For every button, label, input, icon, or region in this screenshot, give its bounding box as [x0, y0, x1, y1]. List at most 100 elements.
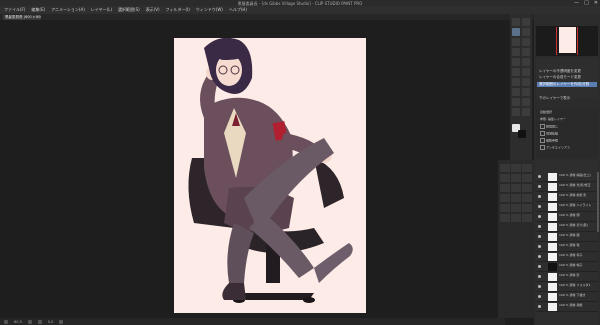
menu-window[interactable]: ウィンドウ(W): [196, 7, 223, 13]
menu-help[interactable]: ヘルプ(H): [229, 7, 247, 13]
eye-icon[interactable]: [538, 175, 541, 178]
color-cell[interactable]: [522, 164, 532, 172]
rotate-icon[interactable]: [37, 319, 42, 324]
zoom-in-icon[interactable]: [27, 319, 32, 324]
layer-row[interactable]: 100 % 通常 下描き: [536, 292, 598, 302]
sub-tool-item-selected[interactable]: 選択範囲のレイヤーを作成/分割: [537, 82, 597, 87]
balloon-tool-icon[interactable]: [512, 108, 520, 116]
color-cell[interactable]: [522, 204, 532, 212]
eye-icon[interactable]: [538, 255, 541, 258]
color-cell[interactable]: [511, 164, 521, 172]
sub-tool-item[interactable]: レイヤーの不透明度を変更: [537, 69, 597, 74]
lasso-tool-icon[interactable]: [522, 28, 530, 36]
tool-property-row[interactable]: アンチエイリアス: [540, 145, 570, 150]
layer-scrollbar[interactable]: [597, 172, 599, 232]
move-tool-icon[interactable]: [522, 18, 530, 26]
rotation-angle[interactable]: 0.0: [48, 320, 54, 324]
menu-layer[interactable]: レイヤー(L): [91, 7, 112, 13]
layer-row[interactable]: 100 % 通常 影: [536, 272, 598, 282]
color-cell[interactable]: [500, 194, 510, 202]
layer-row[interactable]: 100 % 通常 線画(仕上): [536, 172, 598, 182]
sub-color-swatch[interactable]: [518, 130, 526, 138]
color-cell[interactable]: [500, 214, 510, 222]
pencil-tool-icon[interactable]: [512, 48, 520, 56]
gradient-tool-icon[interactable]: [522, 78, 530, 86]
brush-tool-icon[interactable]: [522, 48, 530, 56]
blend-tool-icon[interactable]: [522, 68, 530, 76]
menu-filter[interactable]: フィルター(I): [166, 7, 190, 13]
fill-tool-icon[interactable]: [512, 78, 520, 86]
eye-icon[interactable]: [538, 195, 541, 198]
tool-property-row[interactable]: 隙間閉じ: [540, 124, 558, 129]
eye-icon[interactable]: [538, 285, 541, 288]
tool-property-row[interactable]: 領域拡縮: [540, 131, 558, 136]
checkbox[interactable]: [540, 131, 545, 136]
eye-icon[interactable]: [538, 215, 541, 218]
text-tool-icon[interactable]: [522, 98, 530, 106]
frame-tool-icon[interactable]: [522, 88, 530, 96]
checkbox[interactable]: [540, 124, 545, 129]
eraser-tool-icon[interactable]: [512, 68, 520, 76]
eye-icon[interactable]: [538, 225, 541, 228]
eye-icon[interactable]: [538, 295, 541, 298]
color-cell[interactable]: [511, 174, 521, 182]
decoration-tool-icon[interactable]: [522, 58, 530, 66]
eye-icon[interactable]: [538, 235, 541, 238]
sub-tool-item[interactable]: 下のレイヤーで表示: [537, 96, 597, 101]
canvas-paper[interactable]: [174, 38, 366, 313]
checkbox[interactable]: [540, 138, 545, 143]
color-cell[interactable]: [511, 214, 521, 222]
eye-icon[interactable]: [538, 275, 541, 278]
layer-row[interactable]: 100 % 通常 帽子: [536, 262, 598, 272]
layer-row[interactable]: 100 % 通常 用紙: [536, 302, 598, 312]
flip-icon[interactable]: [59, 319, 64, 324]
layer-row[interactable]: 100 % 通常 塗り(肌): [536, 222, 598, 232]
menu-view[interactable]: 表示(V): [146, 7, 160, 13]
select-tool-icon[interactable]: [512, 28, 520, 36]
menu-animation[interactable]: アニメーション(A): [51, 7, 85, 13]
menu-selection[interactable]: 選択範囲(S): [118, 7, 140, 13]
ruler-tool-icon[interactable]: [512, 98, 520, 106]
checkbox[interactable]: [540, 145, 545, 150]
tool-property-row[interactable]: 複数参照: [540, 138, 558, 143]
color-cell[interactable]: [511, 184, 521, 192]
airbrush-tool-icon[interactable]: [512, 58, 520, 66]
color-cell[interactable]: [522, 194, 532, 202]
layer-thumbnail: [548, 233, 557, 241]
layer-row[interactable]: 100 % 通常 顔: [536, 212, 598, 222]
menu-edit[interactable]: 編集(E): [31, 7, 45, 13]
color-set-palette: [498, 160, 534, 318]
layer-row[interactable]: 100 % 通常 服: [536, 232, 598, 242]
menu-file[interactable]: ファイル(F): [4, 7, 25, 13]
layer-row[interactable]: 100 % 通常 靴: [536, 242, 598, 252]
eye-icon[interactable]: [538, 185, 541, 188]
color-cell[interactable]: [500, 204, 510, 212]
eye-icon[interactable]: [538, 205, 541, 208]
layer-row[interactable]: 100 % 通常 椅子: [536, 252, 598, 262]
correct-line-tool-icon[interactable]: [522, 108, 530, 116]
color-cell[interactable]: [522, 184, 532, 192]
navigator-frame-right: [577, 27, 578, 55]
pen-tool-icon[interactable]: [522, 38, 530, 46]
color-cell[interactable]: [500, 164, 510, 172]
eyedropper-tool-icon[interactable]: [512, 38, 520, 46]
layer-row[interactable]: 100 % 通常 光/影/修正: [536, 182, 598, 192]
color-cell[interactable]: [511, 204, 521, 212]
sub-tool-item[interactable]: レイヤーの合成モード変更: [537, 75, 597, 80]
layer-row[interactable]: 100 % 通常 フォルダ1: [536, 282, 598, 292]
eye-icon[interactable]: [538, 265, 541, 268]
eye-icon[interactable]: [538, 245, 541, 248]
color-cell[interactable]: [500, 174, 510, 182]
zoom-out-icon[interactable]: [4, 319, 8, 324]
color-cell[interactable]: [522, 214, 532, 222]
figure-tool-icon[interactable]: [512, 88, 520, 96]
zoom-tool-icon[interactable]: [512, 18, 520, 26]
color-cell[interactable]: [500, 184, 510, 192]
zoom-level[interactable]: 60.5: [14, 320, 22, 324]
layer-row[interactable]: 100 % 通常 ハイライト: [536, 202, 598, 212]
tool-property-row[interactable]: 参照: 編集レイヤー: [540, 117, 566, 121]
layer-row[interactable]: 100 % 通常 前髪 影: [536, 192, 598, 202]
color-cell[interactable]: [522, 174, 532, 182]
eye-icon[interactable]: [538, 305, 541, 308]
color-cell[interactable]: [511, 194, 521, 202]
